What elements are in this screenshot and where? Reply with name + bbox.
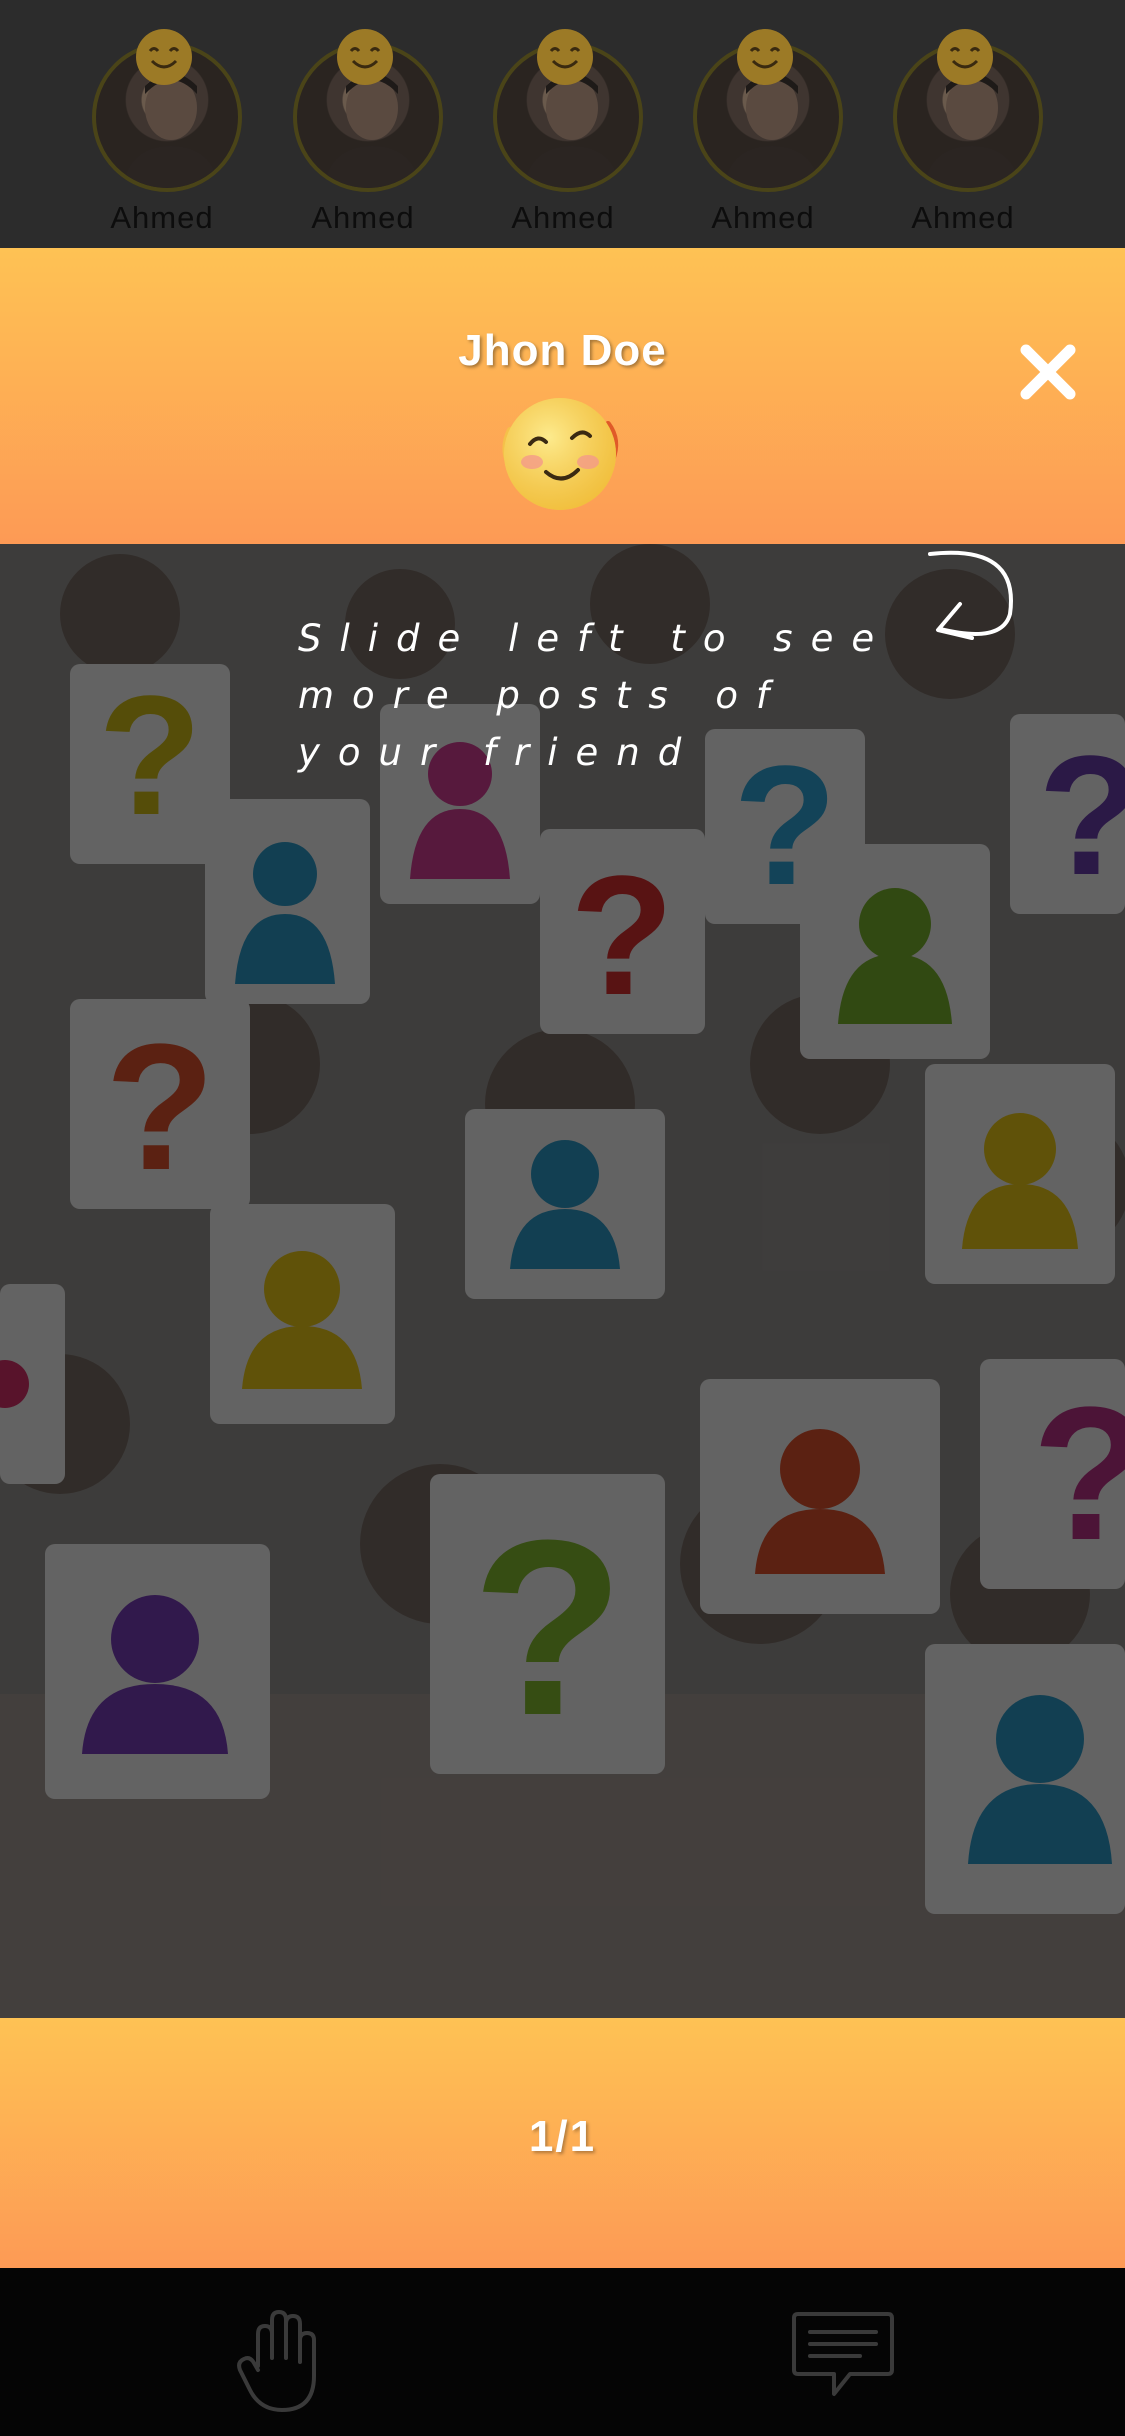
friend-item[interactable]: Ahmed <box>678 20 848 240</box>
friend-name: Ahmed <box>511 200 615 235</box>
friend-name: Ahmed <box>311 200 415 235</box>
emoji-icon <box>937 29 993 85</box>
swipe-hint: Slide left to see more posts of your fri… <box>298 617 893 774</box>
bottom-action-bar <box>0 2268 1125 2436</box>
friend-title: Jhon Doe <box>458 326 667 375</box>
emoji-icon <box>737 29 793 85</box>
emoji-icon <box>537 29 593 85</box>
friend-item[interactable]: Ahmed <box>878 20 1048 240</box>
chat-icon[interactable] <box>790 2308 896 2404</box>
friends-strip: Ahmed Ahmed Ahmed Ahmed Ahmed <box>0 0 1125 248</box>
friend-item[interactable]: Ahmed <box>77 20 247 240</box>
friend-name: Ahmed <box>110 200 214 235</box>
friend-item[interactable]: Ahmed <box>278 20 448 240</box>
post-image[interactable]: ? ? ? ? ? <box>0 544 1125 2018</box>
close-icon[interactable] <box>1016 340 1080 404</box>
friend-item[interactable]: Ahmed <box>478 20 648 240</box>
friend-name: Ahmed <box>711 200 815 235</box>
pager-bar: 1/1 <box>0 2018 1125 2268</box>
friend-name: Ahmed <box>911 200 1015 235</box>
post-header: Jhon Doe <box>0 248 1125 544</box>
curved-arrow-icon <box>928 550 1013 640</box>
emoji-icon <box>136 29 192 85</box>
page-counter: 1/1 <box>528 2112 597 2161</box>
emoji-icon <box>337 29 393 85</box>
hand-wave-icon[interactable] <box>236 2306 326 2416</box>
smiling-emoji-icon <box>502 398 619 510</box>
